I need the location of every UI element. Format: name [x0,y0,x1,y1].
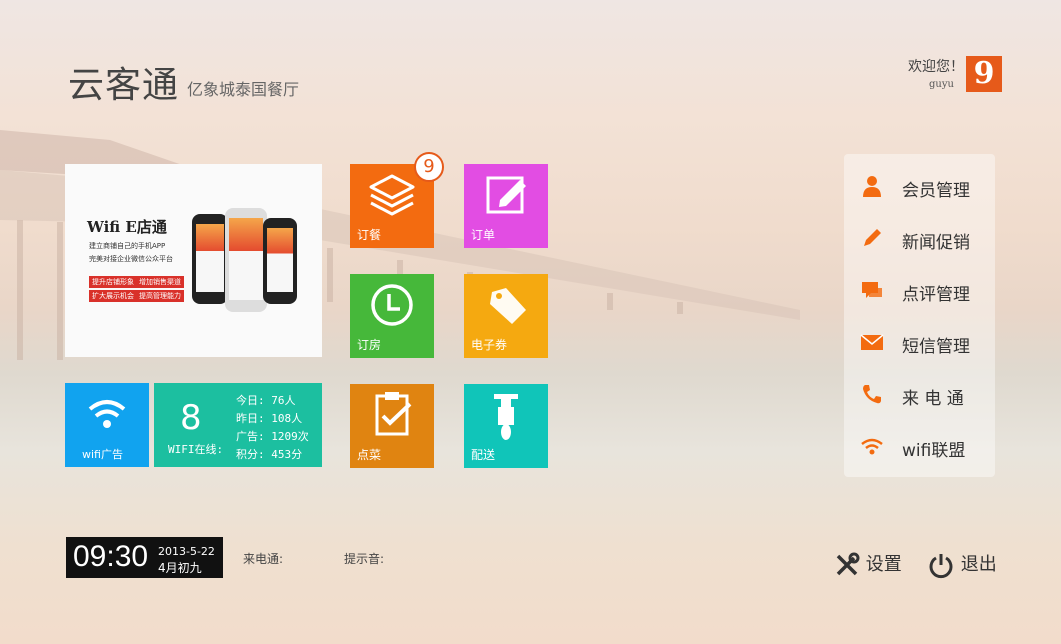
tag-icon [490,288,526,324]
stat-ads: 广告: 1209次 [236,430,309,443]
tile-wifi-ad[interactable]: wifi广告 [65,383,149,467]
banner-tag: 提升店铺形象 [89,276,137,288]
stat-today: 今日: 76人 [236,394,296,407]
scooter-icon [494,394,518,440]
tile-label: 点菜 [357,448,382,462]
menu-item-review[interactable]: 点评管理 [844,264,995,316]
tile-label: 订单 [471,228,496,242]
clock-icon [371,284,413,326]
tile-label: wifi广告 [82,448,123,461]
app-title: 云客通 [68,65,180,106]
menu-item-wifi-union[interactable]: wifi联盟 [844,420,995,472]
clipboard-icon [375,392,412,436]
wifi-icon [861,438,883,455]
welcome-text: 欢迎您！ [908,59,964,75]
banner-tag: 扩大展示机会 [89,290,137,302]
power-icon [929,554,953,579]
edit-icon [486,176,526,214]
menu-item-sms[interactable]: 短信管理 [844,316,995,368]
phone-image [192,214,228,304]
tile-label: 电子券 [471,338,508,352]
tile-pick-dish[interactable]: 点菜 [350,384,434,468]
banner-tag: 提高管理能力 [136,290,184,302]
clock-date: 2013-5-22 [158,545,215,558]
tile-coupon[interactable]: 电子券 [464,274,548,358]
banner-line-2: 完美对接企业微信公众平台 [89,255,173,263]
envelope-icon [860,334,884,350]
phone-image [225,208,267,312]
clock-lunar-date: 4月初九 [158,561,202,575]
tile-order-room[interactable]: 订房 [350,274,434,358]
menu-item-label: wifi联盟 [902,441,966,461]
tools-icon [836,552,860,576]
settings-label: 设置 [865,554,902,575]
clock-panel: 09:30 2013-5-22 4月初九 [66,537,223,578]
menu-item-label: 新闻促销 [902,233,970,253]
online-label: WIFI在线: [168,443,224,456]
menu-item-member[interactable]: 会员管理 [844,160,995,212]
incoming-call-label: 来电通: [243,552,284,566]
phone-icon [863,385,881,404]
promo-banner[interactable]: Wifi E店通 建立商铺自己的手机APP 完美对接企业微信公众平台 提升店铺形… [65,164,322,357]
banner-title: Wifi E店通 [87,218,167,236]
logout-button[interactable]: 退出 [927,550,997,579]
wifi-icon [88,400,126,428]
tile-label: 订餐 [357,228,382,242]
person-icon [863,176,881,197]
phone-image [263,218,297,304]
prompt-sound-label: 提示音: [344,552,385,566]
menu-item-label: 点评管理 [902,285,970,305]
menu-item-label: 来 电 通 [902,389,964,409]
menu-item-calls[interactable]: 来 电 通 [844,368,995,420]
clock-time: 09:30 [73,540,149,573]
tile-label: 配送 [471,448,496,462]
pencil-icon [864,229,881,246]
side-menu: 会员管理 新闻促销 点评管理 短信管理 来 电 通 wifi联盟 [844,154,995,477]
avatar[interactable]: 9 [966,56,1002,92]
banner-line-1: 建立商铺自己的手机APP [89,242,166,250]
settings-button[interactable]: 设置 [834,550,902,578]
chat-icon [862,282,882,298]
logout-label: 退出 [960,554,997,575]
stat-points: 积分: 453分 [236,448,303,461]
menu-item-label: 短信管理 [902,337,970,357]
tile-order[interactable]: 订单 [464,164,548,248]
tile-delivery[interactable]: 配送 [464,384,548,468]
stat-yesterday: 昨日: 108人 [236,412,303,425]
menu-item-news[interactable]: 新闻促销 [844,212,995,264]
username: guyu [929,79,954,90]
menu-item-label: 会员管理 [902,181,970,201]
layers-icon [369,174,415,216]
online-count: 8 [180,398,202,438]
banner-tag: 增加销售渠道 [136,276,184,288]
notification-badge: 9 [414,152,444,182]
restaurant-name: 亿象城泰国餐厅 [187,80,300,99]
tile-label: 订房 [357,338,382,352]
